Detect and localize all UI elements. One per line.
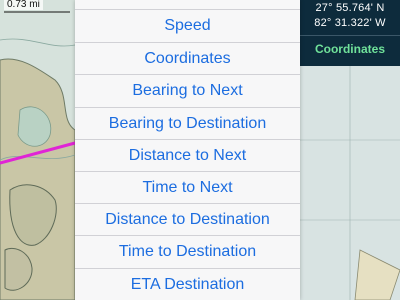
menu-item-bearing-to-next[interactable]: Bearing to Next xyxy=(75,74,300,106)
panel-mode-label: Coordinates xyxy=(314,42,385,56)
longitude-value: 82° 31.322' W xyxy=(314,17,386,29)
menu-item-eta-destination[interactable]: ETA Destination xyxy=(75,268,300,300)
latitude-value: 27° 55.764' N xyxy=(315,2,385,14)
map-scale-label: 0.73 mi xyxy=(4,0,43,10)
menu-item-distance-to-destination[interactable]: Distance to Destination xyxy=(75,203,300,235)
menu-item-coordinates[interactable]: Coordinates xyxy=(75,42,300,74)
display-field-menu: Speed Coordinates Bearing to Next Bearin… xyxy=(75,0,300,300)
menu-item-time-to-destination[interactable]: Time to Destination xyxy=(75,235,300,267)
menu-item-speed[interactable]: Speed xyxy=(75,9,300,41)
panel-divider xyxy=(300,35,400,36)
menu-item-distance-to-next[interactable]: Distance to Next xyxy=(75,139,300,171)
menu-item-time-to-next[interactable]: Time to Next xyxy=(75,171,300,203)
menu-item-bearing-to-destination[interactable]: Bearing to Destination xyxy=(75,107,300,139)
coordinate-panel[interactable]: 27° 55.764' N 82° 31.322' W Coordinates xyxy=(300,0,400,66)
